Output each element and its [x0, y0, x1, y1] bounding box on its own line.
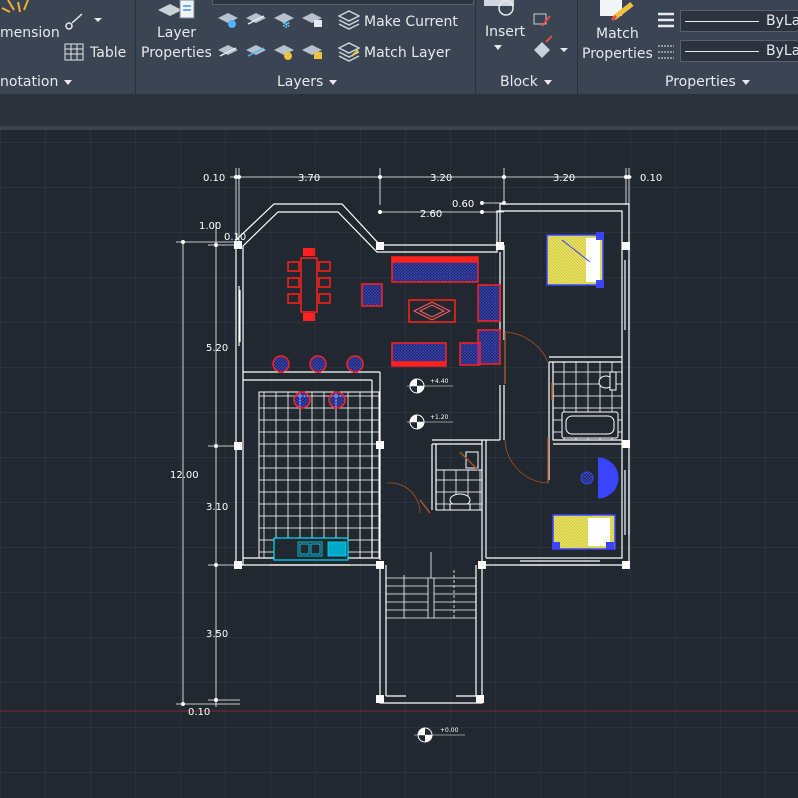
dim-second-b: 2.60	[420, 209, 442, 220]
floor-plan-drawing: 0.10 3.70 3.20 3.20 0.10 0.60 2.60 1.00 …	[0, 168, 798, 743]
elevation-marker-2: +1.20	[407, 414, 453, 430]
layer-dropdown[interactable]	[212, 0, 474, 5]
match-layer-icon[interactable]	[338, 42, 360, 62]
table-button-label[interactable]: Table	[90, 45, 126, 61]
elevation-label-2: +1.20	[430, 414, 449, 421]
block-panel-label[interactable]: Block	[500, 73, 552, 91]
chevron-down-icon	[741, 79, 750, 85]
lineweight-icon[interactable]	[656, 10, 676, 30]
dim-top-left: 0.10	[203, 173, 225, 184]
layers-panel-label[interactable]: Layers	[277, 73, 338, 91]
layer-state-icons[interactable]: ✻	[216, 10, 334, 66]
dim-top-b: 3.20	[430, 173, 452, 184]
bed-top	[546, 232, 604, 288]
elevation-marker-3: +0.00	[414, 727, 465, 743]
bedroom-desk	[580, 457, 619, 499]
linetype-icon[interactable]	[656, 42, 676, 62]
dim-left-a: 1.00	[199, 221, 221, 232]
ribbon: mension Table notation Layer Properties …	[0, 0, 798, 94]
bathtub	[561, 411, 619, 439]
bed-bottom	[552, 514, 616, 550]
layer-properties-label-2[interactable]: Properties	[141, 45, 212, 61]
layer-properties-icon[interactable]	[158, 0, 198, 20]
dim-left-e: 3.50	[206, 629, 228, 640]
annotation-panel-label[interactable]: notation	[0, 73, 73, 91]
dining-set	[287, 248, 331, 321]
chevron-down-icon	[64, 79, 73, 85]
make-current-icon[interactable]	[338, 10, 360, 30]
chevron-down-icon	[543, 79, 552, 85]
drawing-canvas[interactable]: 0.10 3.70 3.20 3.20 0.10 0.60 2.60 1.00 …	[0, 130, 798, 798]
panel-divider	[577, 0, 578, 94]
dim-left-bottom: 0.10	[188, 707, 210, 718]
table-icon[interactable]	[64, 43, 84, 61]
dim-left-d: 3.10	[206, 502, 228, 513]
elevation-label-3: +0.00	[440, 727, 459, 734]
stairs	[386, 552, 476, 619]
dim-left-total: 12.00	[170, 470, 199, 481]
dimension-icon[interactable]	[0, 0, 36, 24]
dim-top-a: 3.70	[298, 173, 320, 184]
chevron-down-icon	[329, 79, 338, 85]
bylayer-dropdown-2[interactable]: ByLa	[680, 40, 798, 62]
elevation-label-1: +4.40	[430, 378, 449, 385]
dim-left-c: 5.20	[206, 343, 228, 354]
insert-icon[interactable]	[482, 0, 522, 18]
svg-text:✻: ✻	[282, 20, 290, 31]
match-properties-label-1[interactable]: Match	[596, 26, 639, 42]
panel-divider	[475, 0, 476, 94]
make-current-label[interactable]: Make Current	[364, 14, 458, 30]
dim-second-a: 0.60	[452, 199, 474, 210]
dimension-button-label[interactable]: mension	[0, 25, 60, 41]
dim-top-c: 3.20	[553, 173, 575, 184]
layer-properties-label-1[interactable]: Layer	[157, 25, 196, 41]
match-properties-icon[interactable]	[596, 0, 638, 24]
leader-icon[interactable]	[64, 10, 104, 32]
ribbon-gap	[0, 94, 798, 126]
panel-divider	[135, 0, 136, 94]
elevation-marker-1: +4.40	[407, 378, 453, 394]
match-properties-label-2[interactable]: Properties	[582, 46, 653, 62]
dim-top-right: 0.10	[640, 173, 662, 184]
match-layer-label[interactable]: Match Layer	[364, 45, 450, 61]
properties-panel-label[interactable]: Properties	[665, 73, 750, 91]
block-editor-icon[interactable]	[532, 12, 572, 62]
chevron-down-icon[interactable]	[494, 45, 502, 50]
kitchen-floor-tiles	[258, 391, 380, 559]
insert-label[interactable]: Insert	[485, 24, 525, 40]
bylayer-dropdown-1[interactable]: ByLa	[680, 10, 798, 32]
living-furniture	[361, 256, 501, 367]
